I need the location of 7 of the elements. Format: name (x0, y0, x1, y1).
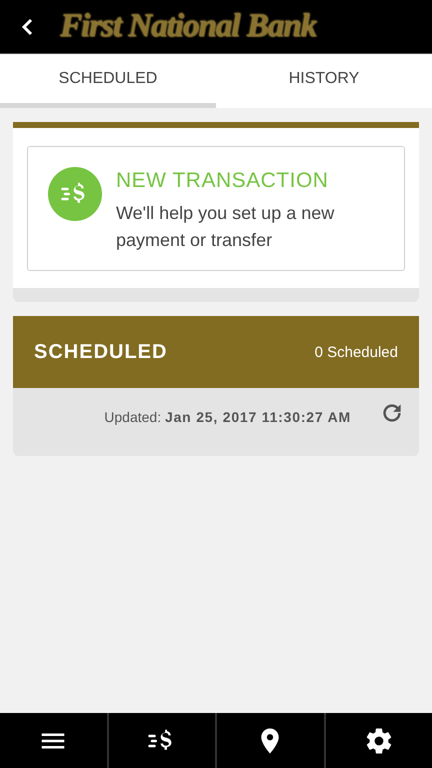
new-transaction-button[interactable]: NEW TRANSACTION We'll help you set up a new payment or transfer (27, 146, 405, 271)
new-transaction-description: We'll help you set up a new payment or transfer (116, 202, 336, 252)
new-transaction-title: NEW TRANSACTION (116, 169, 330, 193)
updated-timestamp: Updated: Jan 25, 2017 11:30:27 AM (104, 409, 351, 425)
scheduled-title: SCHEDULED (34, 340, 168, 364)
bank-logo: First National Bank (60, 8, 316, 45)
scheduled-count: 0 Scheduled (314, 344, 398, 360)
